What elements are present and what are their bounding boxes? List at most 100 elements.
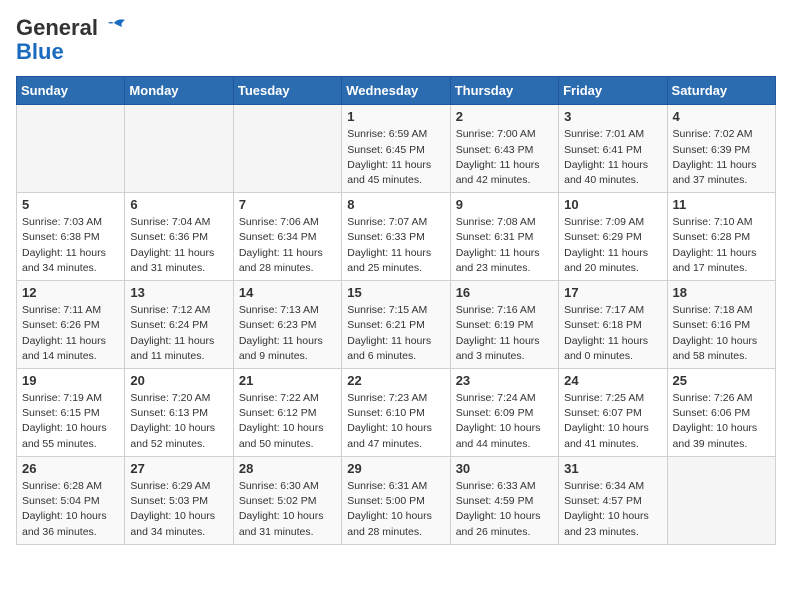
calendar-cell: 30 Sunrise: 6:33 AMSunset: 4:59 PMDayligh… — [450, 456, 558, 544]
day-number: 2 — [456, 109, 553, 124]
day-info: Sunrise: 7:19 AMSunset: 6:15 PMDaylight:… — [22, 391, 119, 452]
calendar-week-row: 12Sunrise: 7:11 AMSunset: 6:26 PMDayligh… — [17, 281, 776, 369]
day-info: Sunrise: 7:07 AMSunset: 6:33 PMDaylight:… — [347, 215, 444, 276]
calendar-cell — [233, 105, 341, 193]
day-number: 7 — [239, 197, 336, 212]
calendar-cell: 10 Sunrise: 7:09 AMSunset: 6:29 PMDayligh… — [559, 193, 667, 281]
calendar-cell: 18 Sunrise: 7:18 AMSunset: 6:16 PMDayligh… — [667, 281, 775, 369]
calendar-cell: 17Sunrise: 7:17 AMSunset: 6:18 PMDayligh… — [559, 281, 667, 369]
calendar-cell: 23 Sunrise: 7:24 AMSunset: 6:09 PMDayligh… — [450, 369, 558, 457]
day-number: 26 — [22, 461, 119, 476]
day-info: Sunrise: 7:00 AMSunset: 6:43 PMDaylight:… — [456, 127, 553, 188]
calendar-week-row: 19Sunrise: 7:19 AMSunset: 6:15 PMDayligh… — [17, 369, 776, 457]
day-number: 20 — [130, 373, 227, 388]
day-number: 30 — [456, 461, 553, 476]
day-info: Sunrise: 7:20 AMSunset: 6:13 PMDaylight:… — [130, 391, 227, 452]
calendar-cell: 24 Sunrise: 7:25 AMSunset: 6:07 PMDayligh… — [559, 369, 667, 457]
calendar-cell: 11 Sunrise: 7:10 AMSunset: 6:28 PMDayligh… — [667, 193, 775, 281]
day-number: 12 — [22, 285, 119, 300]
day-number: 29 — [347, 461, 444, 476]
calendar-week-row: 26 Sunrise: 6:28 AMSunset: 5:04 PMDayligh… — [17, 456, 776, 544]
calendar-cell — [667, 456, 775, 544]
day-info: Sunrise: 7:12 AMSunset: 6:24 PMDaylight:… — [130, 303, 227, 364]
day-number: 6 — [130, 197, 227, 212]
day-number: 28 — [239, 461, 336, 476]
weekday-header: Monday — [125, 77, 233, 105]
calendar-table: SundayMondayTuesdayWednesdayThursdayFrid… — [16, 76, 776, 544]
day-info: Sunrise: 6:30 AMSunset: 5:02 PMDaylight:… — [239, 479, 336, 540]
logo: General Blue — [16, 16, 130, 64]
day-info: Sunrise: 7:02 AMSunset: 6:39 PMDaylight:… — [673, 127, 770, 188]
day-number: 14 — [239, 285, 336, 300]
day-info: Sunrise: 7:06 AMSunset: 6:34 PMDaylight:… — [239, 215, 336, 276]
day-number: 4 — [673, 109, 770, 124]
day-number: 25 — [673, 373, 770, 388]
calendar-cell: 27 Sunrise: 6:29 AMSunset: 5:03 PMDayligh… — [125, 456, 233, 544]
calendar-cell: 29 Sunrise: 6:31 AMSunset: 5:00 PMDayligh… — [342, 456, 450, 544]
calendar-week-row: 1 Sunrise: 6:59 AMSunset: 6:45 PMDaylight… — [17, 105, 776, 193]
calendar-cell: 6Sunrise: 7:04 AMSunset: 6:36 PMDaylight… — [125, 193, 233, 281]
day-info: Sunrise: 7:16 AMSunset: 6:19 PMDaylight:… — [456, 303, 553, 364]
calendar-cell: 25 Sunrise: 7:26 AMSunset: 6:06 PMDayligh… — [667, 369, 775, 457]
calendar-cell: 2 Sunrise: 7:00 AMSunset: 6:43 PMDaylight… — [450, 105, 558, 193]
day-number: 9 — [456, 197, 553, 212]
day-info: Sunrise: 7:25 AMSunset: 6:07 PMDaylight:… — [564, 391, 661, 452]
calendar-cell: 21Sunrise: 7:22 AMSunset: 6:12 PMDayligh… — [233, 369, 341, 457]
weekday-header: Friday — [559, 77, 667, 105]
calendar-cell: 13Sunrise: 7:12 AMSunset: 6:24 PMDayligh… — [125, 281, 233, 369]
day-info: Sunrise: 6:29 AMSunset: 5:03 PMDaylight:… — [130, 479, 227, 540]
day-info: Sunrise: 7:03 AMSunset: 6:38 PMDaylight:… — [22, 215, 119, 276]
logo-text: General Blue — [16, 16, 98, 64]
calendar-cell: 5 Sunrise: 7:03 AMSunset: 6:38 PMDaylight… — [17, 193, 125, 281]
day-number: 11 — [673, 197, 770, 212]
calendar-cell: 28 Sunrise: 6:30 AMSunset: 5:02 PMDayligh… — [233, 456, 341, 544]
calendar-cell: 4 Sunrise: 7:02 AMSunset: 6:39 PMDaylight… — [667, 105, 775, 193]
page-header: General Blue — [16, 16, 776, 64]
calendar-cell: 26 Sunrise: 6:28 AMSunset: 5:04 PMDayligh… — [17, 456, 125, 544]
calendar-cell: 19Sunrise: 7:19 AMSunset: 6:15 PMDayligh… — [17, 369, 125, 457]
calendar-cell: 3Sunrise: 7:01 AMSunset: 6:41 PMDaylight… — [559, 105, 667, 193]
calendar-cell — [17, 105, 125, 193]
day-number: 5 — [22, 197, 119, 212]
day-number: 22 — [347, 373, 444, 388]
day-number: 10 — [564, 197, 661, 212]
day-number: 8 — [347, 197, 444, 212]
calendar-cell: 7 Sunrise: 7:06 AMSunset: 6:34 PMDaylight… — [233, 193, 341, 281]
day-info: Sunrise: 7:13 AMSunset: 6:23 PMDaylight:… — [239, 303, 336, 364]
day-number: 23 — [456, 373, 553, 388]
day-info: Sunrise: 7:10 AMSunset: 6:28 PMDaylight:… — [673, 215, 770, 276]
day-number: 27 — [130, 461, 227, 476]
day-number: 31 — [564, 461, 661, 476]
calendar-cell: 14 Sunrise: 7:13 AMSunset: 6:23 PMDayligh… — [233, 281, 341, 369]
day-info: Sunrise: 6:28 AMSunset: 5:04 PMDaylight:… — [22, 479, 119, 540]
calendar-week-row: 5 Sunrise: 7:03 AMSunset: 6:38 PMDaylight… — [17, 193, 776, 281]
day-info: Sunrise: 6:59 AMSunset: 6:45 PMDaylight:… — [347, 127, 444, 188]
day-info: Sunrise: 6:34 AMSunset: 4:57 PMDaylight:… — [564, 479, 661, 540]
calendar-cell: 8 Sunrise: 7:07 AMSunset: 6:33 PMDaylight… — [342, 193, 450, 281]
calendar-cell: 20 Sunrise: 7:20 AMSunset: 6:13 PMDayligh… — [125, 369, 233, 457]
weekday-header: Thursday — [450, 77, 558, 105]
day-info: Sunrise: 7:24 AMSunset: 6:09 PMDaylight:… — [456, 391, 553, 452]
day-info: Sunrise: 7:15 AMSunset: 6:21 PMDaylight:… — [347, 303, 444, 364]
day-number: 21 — [239, 373, 336, 388]
day-number: 18 — [673, 285, 770, 300]
day-info: Sunrise: 7:26 AMSunset: 6:06 PMDaylight:… — [673, 391, 770, 452]
day-number: 16 — [456, 285, 553, 300]
day-number: 1 — [347, 109, 444, 124]
day-number: 24 — [564, 373, 661, 388]
day-info: Sunrise: 7:09 AMSunset: 6:29 PMDaylight:… — [564, 215, 661, 276]
day-info: Sunrise: 7:18 AMSunset: 6:16 PMDaylight:… — [673, 303, 770, 364]
calendar-cell: 31 Sunrise: 6:34 AMSunset: 4:57 PMDayligh… — [559, 456, 667, 544]
weekday-header-row: SundayMondayTuesdayWednesdayThursdayFrid… — [17, 77, 776, 105]
day-number: 15 — [347, 285, 444, 300]
calendar-cell: 22Sunrise: 7:23 AMSunset: 6:10 PMDayligh… — [342, 369, 450, 457]
calendar-cell — [125, 105, 233, 193]
weekday-header: Saturday — [667, 77, 775, 105]
calendar-cell: 9Sunrise: 7:08 AMSunset: 6:31 PMDaylight… — [450, 193, 558, 281]
day-info: Sunrise: 6:33 AMSunset: 4:59 PMDaylight:… — [456, 479, 553, 540]
weekday-header: Sunday — [17, 77, 125, 105]
day-info: Sunrise: 7:01 AMSunset: 6:41 PMDaylight:… — [564, 127, 661, 188]
calendar-cell: 1 Sunrise: 6:59 AMSunset: 6:45 PMDaylight… — [342, 105, 450, 193]
weekday-header: Tuesday — [233, 77, 341, 105]
day-info: Sunrise: 6:31 AMSunset: 5:00 PMDaylight:… — [347, 479, 444, 540]
